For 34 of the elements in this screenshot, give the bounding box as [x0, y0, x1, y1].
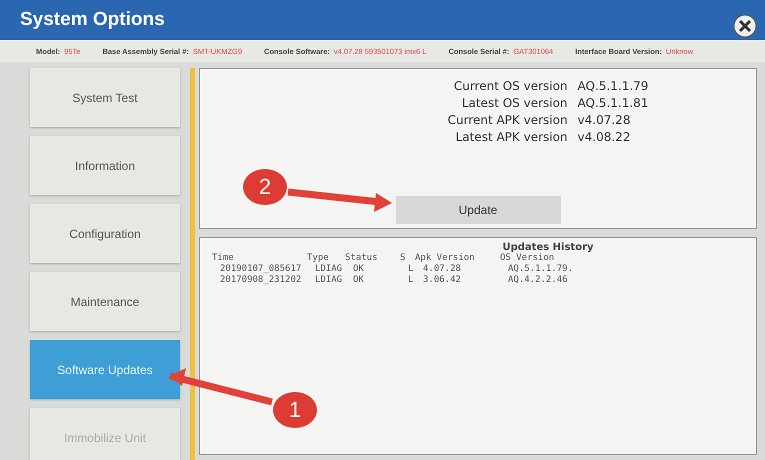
version-label: Latest APK version: [454, 130, 568, 144]
column-header: Apk Version: [415, 253, 476, 263]
table-cell-text: OK: [352, 275, 365, 285]
column-header: Type: [307, 253, 330, 263]
sidebar-button[interactable]: Configuration: [30, 204, 180, 263]
table-cell-text: OK: [352, 264, 365, 274]
table-cell-text: 20170908_231202: [219, 275, 302, 285]
version-label: Current APK version: [448, 113, 568, 127]
table-cell-text: 4.07.28: [422, 264, 462, 274]
version-value: v4.07.28: [578, 113, 632, 127]
table-cell-text: LDIAG: [314, 275, 344, 285]
table-cell-text: L: [407, 264, 414, 274]
version-label: Latest OS version: [460, 96, 568, 110]
table-cell-text: LDIAG: [314, 264, 344, 274]
table-cell-text: AQ.4.2.2.46: [507, 275, 569, 285]
window-title: System Options: [20, 9, 165, 31]
update-button[interactable]: Update: [396, 196, 560, 224]
table-cell-text: 3.06.42: [422, 275, 462, 285]
sidebar-button[interactable]: System Test: [30, 68, 180, 127]
version-label: Current OS version: [452, 79, 568, 93]
version-value: AQ.5.1.1.79: [578, 79, 648, 93]
close-icon[interactable]: [733, 14, 757, 38]
history-title: Updates History: [501, 242, 595, 253]
table-cell-text: AQ.5.1.1.79.: [507, 264, 574, 274]
table-cell-text: 20190107_085617: [219, 264, 302, 274]
sidebar-button[interactable]: Maintenance: [30, 272, 180, 331]
column-header: Time: [212, 253, 235, 263]
version-value: AQ.5.1.1.81: [578, 96, 648, 110]
sidebar-button[interactable]: Information: [30, 136, 180, 195]
column-header: S: [400, 253, 406, 263]
column-header: OS Version: [500, 253, 556, 263]
version-value: v4.08.22: [578, 130, 632, 144]
column-header: Status: [345, 253, 379, 263]
table-cell-text: L: [407, 275, 414, 285]
